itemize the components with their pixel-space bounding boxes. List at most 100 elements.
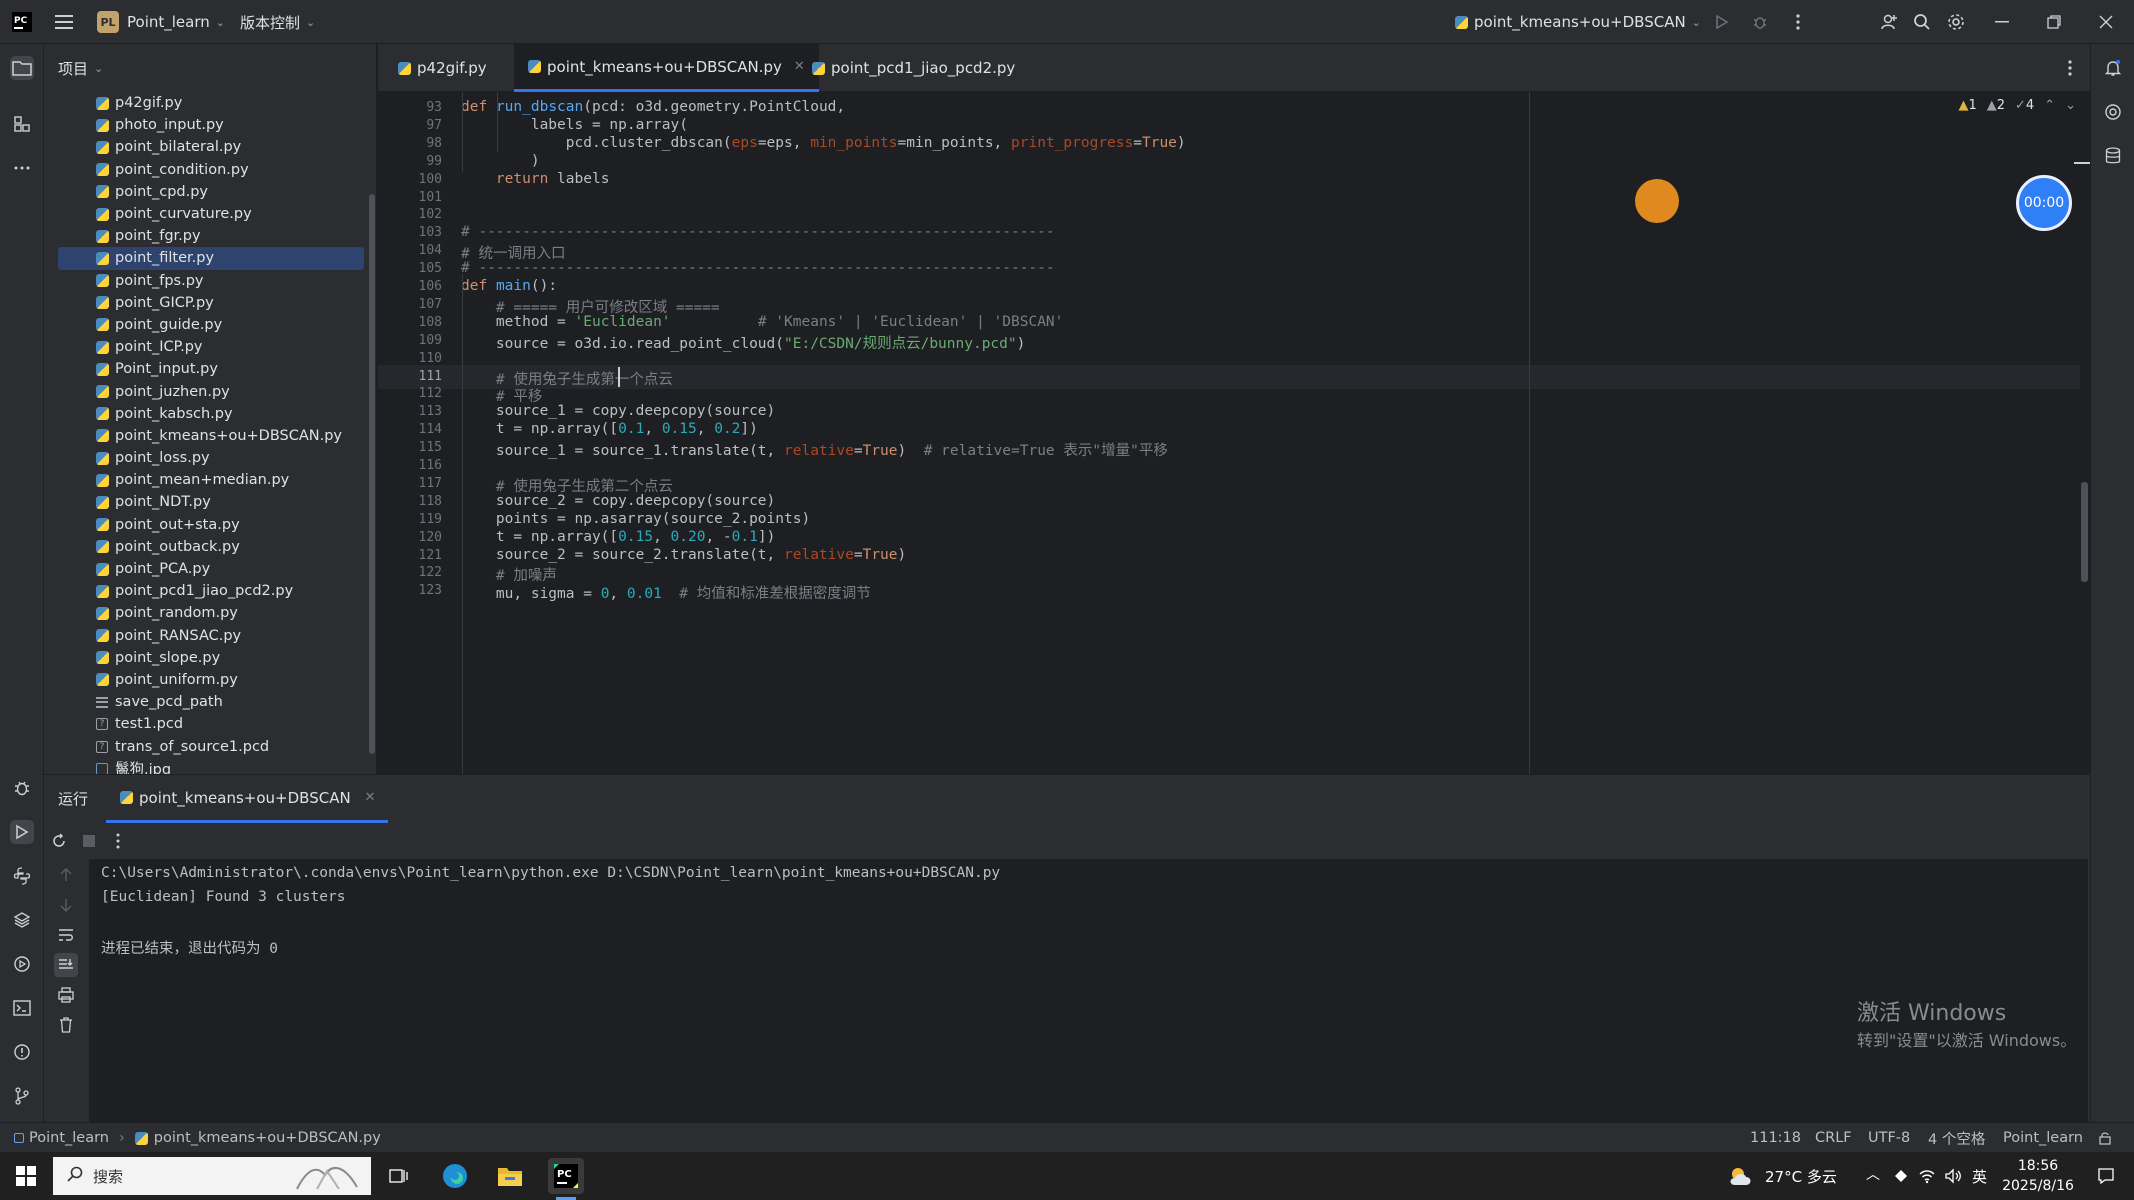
file-tree-item[interactable]: point_condition.py xyxy=(58,159,364,181)
file-tree-item[interactable]: ? test1.pcd xyxy=(58,713,364,735)
file-tree-item[interactable]: point_outback.py xyxy=(58,536,364,558)
file-tree-item[interactable]: point_kabsch.py xyxy=(58,403,364,425)
settings-gear-icon[interactable] xyxy=(1944,10,1968,34)
file-tree-item[interactable]: point_GICP.py xyxy=(58,292,364,314)
tray-overflow-chevron-icon[interactable]: ︿ xyxy=(1866,1164,1880,1184)
code-line[interactable]: pcd.cluster_dbscan(eps=eps, min_points=m… xyxy=(461,135,1186,151)
console-output[interactable]: C:\Users\Administrator\.conda\envs\Point… xyxy=(89,859,2088,1123)
file-tree-item[interactable]: point_juzhen.py xyxy=(58,380,364,402)
inspection-widget[interactable]: ▲1 ▲2 ✓4 ⌃ ⌄ xyxy=(1958,98,2076,113)
tab-point-pcd1-jiao-pcd2[interactable]: point_pcd1_jiao_pcd2.py xyxy=(798,44,1029,92)
code-line[interactable]: labels = np.array( xyxy=(461,117,688,133)
task-view-icon[interactable] xyxy=(381,1158,417,1194)
tab-point-kmeans[interactable]: point_kmeans+ou+DBSCAN.py ✕ xyxy=(514,44,819,92)
vcs-menu[interactable]: 版本控制 ⌄ xyxy=(240,0,315,44)
add-user-icon[interactable] xyxy=(1877,10,1901,34)
indent-setting[interactable]: 4 个空格 xyxy=(1928,1123,1985,1153)
main-menu-icon[interactable] xyxy=(52,10,76,34)
weather-cloud-icon[interactable] xyxy=(1725,1158,1757,1194)
file-tree-item[interactable]: point_mean+median.py xyxy=(58,469,364,491)
file-tree-item[interactable]: point_out+sta.py xyxy=(58,514,364,536)
action-center-icon[interactable] xyxy=(2088,1158,2124,1194)
file-tree-item[interactable]: point_NDT.py xyxy=(58,491,364,513)
code-editor[interactable]: 93 97 98 99 100 101 102 103 104 105 106 107 108 109 11… xyxy=(378,92,2090,774)
file-tree-item[interactable]: point_pcd1_jiao_pcd2.py xyxy=(58,580,364,602)
volume-speaker-icon[interactable] xyxy=(1940,1158,1966,1194)
file-tree-item[interactable]: point_PCA.py xyxy=(58,558,364,580)
file-tree-item[interactable]: p42gif.py xyxy=(58,92,364,114)
project-switcher[interactable]: PL Point_learn ⌄ xyxy=(97,0,225,44)
close-icon[interactable] xyxy=(2094,10,2118,34)
taskbar-clock[interactable]: 18:56 2025/8/16 xyxy=(2000,1156,2076,1196)
database-icon[interactable] xyxy=(2101,144,2125,168)
soft-wrap-icon[interactable] xyxy=(54,923,78,947)
minimize-icon[interactable] xyxy=(1990,10,2014,34)
python-console-icon[interactable] xyxy=(10,864,34,888)
code-line[interactable]: ) xyxy=(461,153,540,169)
rerun-icon[interactable] xyxy=(47,829,71,853)
tab-options-icon[interactable] xyxy=(2058,56,2082,80)
weather-text[interactable]: 27°C 多云 xyxy=(1765,1152,1837,1200)
code-line[interactable]: # --------------------------------------… xyxy=(461,224,1055,240)
more-tools-icon[interactable] xyxy=(10,156,34,180)
run-more-icon[interactable] xyxy=(106,829,130,853)
file-tree-item[interactable]: point_filter.py xyxy=(58,247,364,270)
file-tree-item[interactable]: point_random.py xyxy=(58,602,364,624)
code-line[interactable]: source_1 = copy.deepcopy(source) xyxy=(461,403,775,419)
file-explorer-icon[interactable] xyxy=(492,1158,528,1194)
python-interpreter[interactable]: Point_learn xyxy=(2003,1123,2083,1153)
caret-position[interactable]: 111:18 xyxy=(1750,1123,1801,1153)
ai-assistant-icon[interactable] xyxy=(2101,100,2125,124)
next-highlight-icon[interactable]: ⌄ xyxy=(2065,98,2076,113)
notifications-bell-icon[interactable] xyxy=(2101,56,2125,80)
previous-highlight-icon[interactable]: ⌃ xyxy=(2044,98,2055,113)
file-tree-item[interactable]: point_curvature.py xyxy=(58,203,364,225)
print-icon[interactable] xyxy=(54,983,78,1007)
more-actions-icon[interactable] xyxy=(1786,10,1810,34)
editor-scrollbar[interactable] xyxy=(2081,482,2088,582)
breadcrumb-file[interactable]: point_kmeans+ou+DBSCAN.py xyxy=(154,1130,381,1146)
code-line[interactable]: source_2 = source_2.translate(t, relativ… xyxy=(461,547,906,563)
lock-icon[interactable] xyxy=(2098,1123,2112,1153)
windows-start-icon[interactable] xyxy=(8,1158,44,1194)
python-packages-icon[interactable] xyxy=(10,908,34,932)
file-tree-item[interactable]: point_loss.py xyxy=(58,447,364,469)
file-tree-item[interactable]: ? trans_of_source1.pcd xyxy=(58,735,364,757)
file-tree-item[interactable]: point_uniform.py xyxy=(58,669,364,691)
code-line[interactable]: mu, sigma = 0, 0.01 # 均值和标准差根据密度调节 xyxy=(461,582,871,603)
taskbar-search-box[interactable]: 搜索 xyxy=(53,1157,371,1195)
terminal-icon[interactable] xyxy=(10,996,34,1020)
services-icon[interactable] xyxy=(10,952,34,976)
scroll-down-icon[interactable] xyxy=(54,893,78,917)
code-line[interactable]: t = np.array([0.15, 0.20, -0.1]) xyxy=(461,529,775,545)
file-tree-item[interactable]: point_guide.py xyxy=(58,314,364,336)
breadcrumb-project[interactable]: Point_learn xyxy=(29,1130,109,1146)
edge-browser-icon[interactable] xyxy=(437,1158,473,1194)
code-line[interactable]: def main(): xyxy=(461,278,557,294)
project-scrollbar[interactable] xyxy=(369,194,375,754)
scroll-up-icon[interactable] xyxy=(54,863,78,887)
scroll-to-end-icon[interactable] xyxy=(54,953,78,977)
file-encoding[interactable]: UTF-8 xyxy=(1868,1123,1910,1153)
close-tab-icon[interactable]: ✕ xyxy=(365,790,376,805)
tray-app-icon[interactable] xyxy=(1888,1158,1914,1194)
debug-tool-icon[interactable] xyxy=(10,776,34,800)
file-tree-item[interactable]: point_ICP.py xyxy=(58,336,364,358)
restore-icon[interactable] xyxy=(2042,10,2066,34)
file-tree-item[interactable]: point_RANSAC.py xyxy=(58,625,364,647)
trash-icon[interactable] xyxy=(54,1013,78,1037)
run-icon[interactable] xyxy=(1710,10,1734,34)
file-tree-item[interactable]: point_fps.py xyxy=(58,270,364,292)
file-tree-item[interactable]: point_kmeans+ou+DBSCAN.py xyxy=(58,425,364,447)
problems-icon[interactable] xyxy=(10,1040,34,1064)
pycharm-taskbar-icon[interactable]: PC xyxy=(548,1158,584,1194)
run-config-selector[interactable]: point_kmeans+ou+DBSCAN ⌄ xyxy=(1455,0,1701,44)
stop-icon[interactable] xyxy=(77,829,101,853)
network-wifi-icon[interactable] xyxy=(1914,1158,1940,1194)
file-tree-item[interactable]: 鬣狗.jpg xyxy=(58,758,364,774)
search-icon[interactable] xyxy=(1910,10,1934,34)
project-folder-icon[interactable] xyxy=(10,56,34,80)
file-tree-item[interactable]: photo_input.py xyxy=(58,114,364,136)
git-icon[interactable] xyxy=(10,1084,34,1108)
file-tree-item[interactable]: point_bilateral.py xyxy=(58,136,364,158)
